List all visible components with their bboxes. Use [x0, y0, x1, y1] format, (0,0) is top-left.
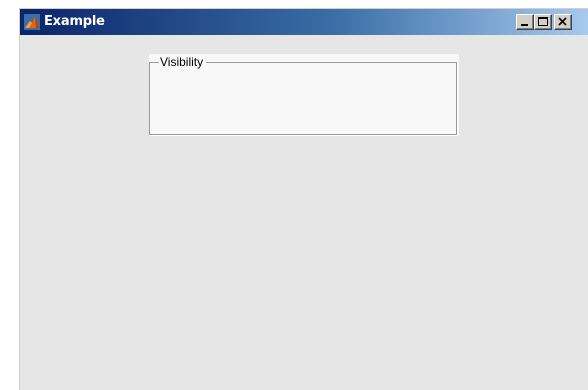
- close-icon: [558, 17, 567, 26]
- minimize-icon: [521, 24, 528, 26]
- maximize-button[interactable]: [534, 14, 552, 30]
- close-button[interactable]: [554, 14, 572, 30]
- maximize-icon: [538, 17, 548, 26]
- panel-border: [149, 62, 457, 135]
- figure-window: Example Visibility: [19, 8, 588, 390]
- panel-title: Visibility: [159, 55, 207, 69]
- title-bar[interactable]: Example: [20, 8, 588, 35]
- visibility-panel: Visibility: [149, 54, 459, 136]
- minimize-button[interactable]: [516, 14, 534, 30]
- window-title: Example: [44, 14, 105, 29]
- matlab-icon: [24, 14, 40, 30]
